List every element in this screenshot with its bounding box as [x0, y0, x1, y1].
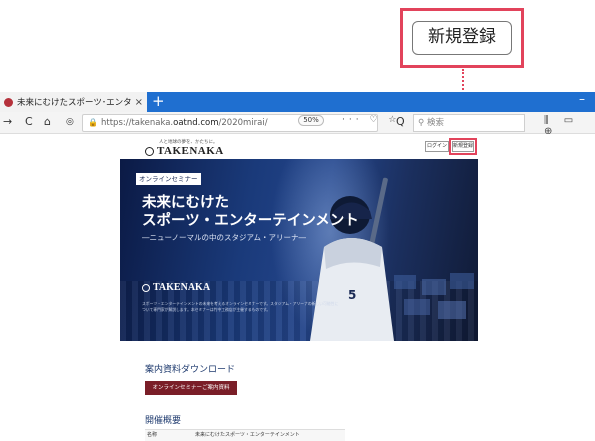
hero-title-line2: スポーツ・エンターテインメント	[142, 213, 359, 229]
download-heading: 案内資料ダウンロード	[145, 365, 236, 375]
nav-bar: → C ⌂ ◎ 🔒 https://takenaka.oatnd.com/202…	[0, 112, 595, 137]
tab-bar: 未来にむけたスポーツ･エンターテイ × + –	[0, 92, 595, 112]
video-screens-image	[394, 273, 474, 319]
url-domain: oatnd.com	[173, 118, 219, 128]
overview-row: 名称 未来にむけたスポーツ・エンターテインメント	[145, 429, 345, 441]
overview-row-value: 未来にむけたスポーツ・エンターテインメント	[195, 432, 300, 438]
register-highlight-box	[449, 138, 477, 155]
favicon-icon	[4, 97, 13, 107]
browser-window: 未来にむけたスポーツ･エンターテイ × + – → C ⌂ ◎ 🔒 https:…	[0, 92, 595, 441]
browser-tab[interactable]: 未来にむけたスポーツ･エンターテイ ×	[0, 92, 147, 112]
url-bar[interactable]: 🔒 https://takenaka.oatnd.com/2020mirai/	[82, 114, 378, 132]
register-callout: 新規登録	[400, 8, 524, 68]
shield-icon[interactable]: ◎	[66, 117, 74, 127]
search-placeholder: 検索	[426, 118, 444, 128]
search-icon[interactable]: Q	[396, 115, 405, 128]
callout-register-button[interactable]: 新規登録	[412, 21, 512, 55]
hero-badge: オンラインセミナー	[136, 173, 201, 185]
web-page: 人と地球の夢を、かたちに。 TAKENAKA ログイン 新規登録 5 オンライン…	[0, 134, 595, 441]
site-logo[interactable]: 人と地球の夢を、かたちに。 TAKENAKA	[145, 139, 224, 157]
search-input[interactable]: ⚲ 検索	[413, 114, 525, 132]
url-path: /2020mirai/	[218, 118, 268, 128]
hero-logo-icon	[142, 283, 150, 292]
hero-title-line1: 未来にむけた	[142, 195, 229, 211]
hero-subtitle: ―ニューノーマルの中のスタジアム・アリーナ―	[142, 233, 307, 242]
hero-logo: TAKENAKA	[142, 282, 210, 293]
reload-icon[interactable]: C	[25, 115, 33, 128]
download-button[interactable]: オンラインセミナーご案内資料	[145, 381, 237, 395]
svg-text:5: 5	[348, 288, 356, 302]
url-host: https://takenaka.	[101, 118, 174, 128]
page-actions-icons[interactable]: ··· ♡ ☆	[342, 115, 400, 125]
lock-icon: 🔒	[88, 118, 98, 127]
back-icon[interactable]: →	[3, 115, 12, 128]
hero-title: 未来にむけた スポーツ・エンターテインメント	[142, 194, 359, 230]
search-glass-icon: ⚲	[418, 118, 427, 128]
takenaka-logo-icon	[145, 146, 154, 156]
login-button[interactable]: ログイン	[425, 141, 449, 152]
overview-row-label: 名称	[147, 432, 158, 438]
logo-text: TAKENAKA	[157, 145, 224, 157]
zoom-level[interactable]: 50%	[298, 115, 324, 126]
hero-logo-text: TAKENAKA	[153, 282, 211, 293]
overview-heading: 開催概要	[145, 416, 182, 426]
tab-title: 未来にむけたスポーツ･エンターテイ	[17, 98, 132, 108]
home-icon[interactable]: ⌂	[44, 115, 51, 128]
new-tab-button[interactable]: +	[152, 93, 165, 109]
hero-description: スポーツ・エンターテインメントの未来を考えるオンラインセミナーです。スタジアム・…	[142, 301, 339, 312]
minimize-button[interactable]: –	[579, 92, 585, 106]
hero-banner: 5 オンラインセミナー 未来にむけた スポーツ・エンターテインメント ―ニューノ…	[120, 159, 478, 341]
tab-close-icon[interactable]: ×	[135, 97, 143, 108]
